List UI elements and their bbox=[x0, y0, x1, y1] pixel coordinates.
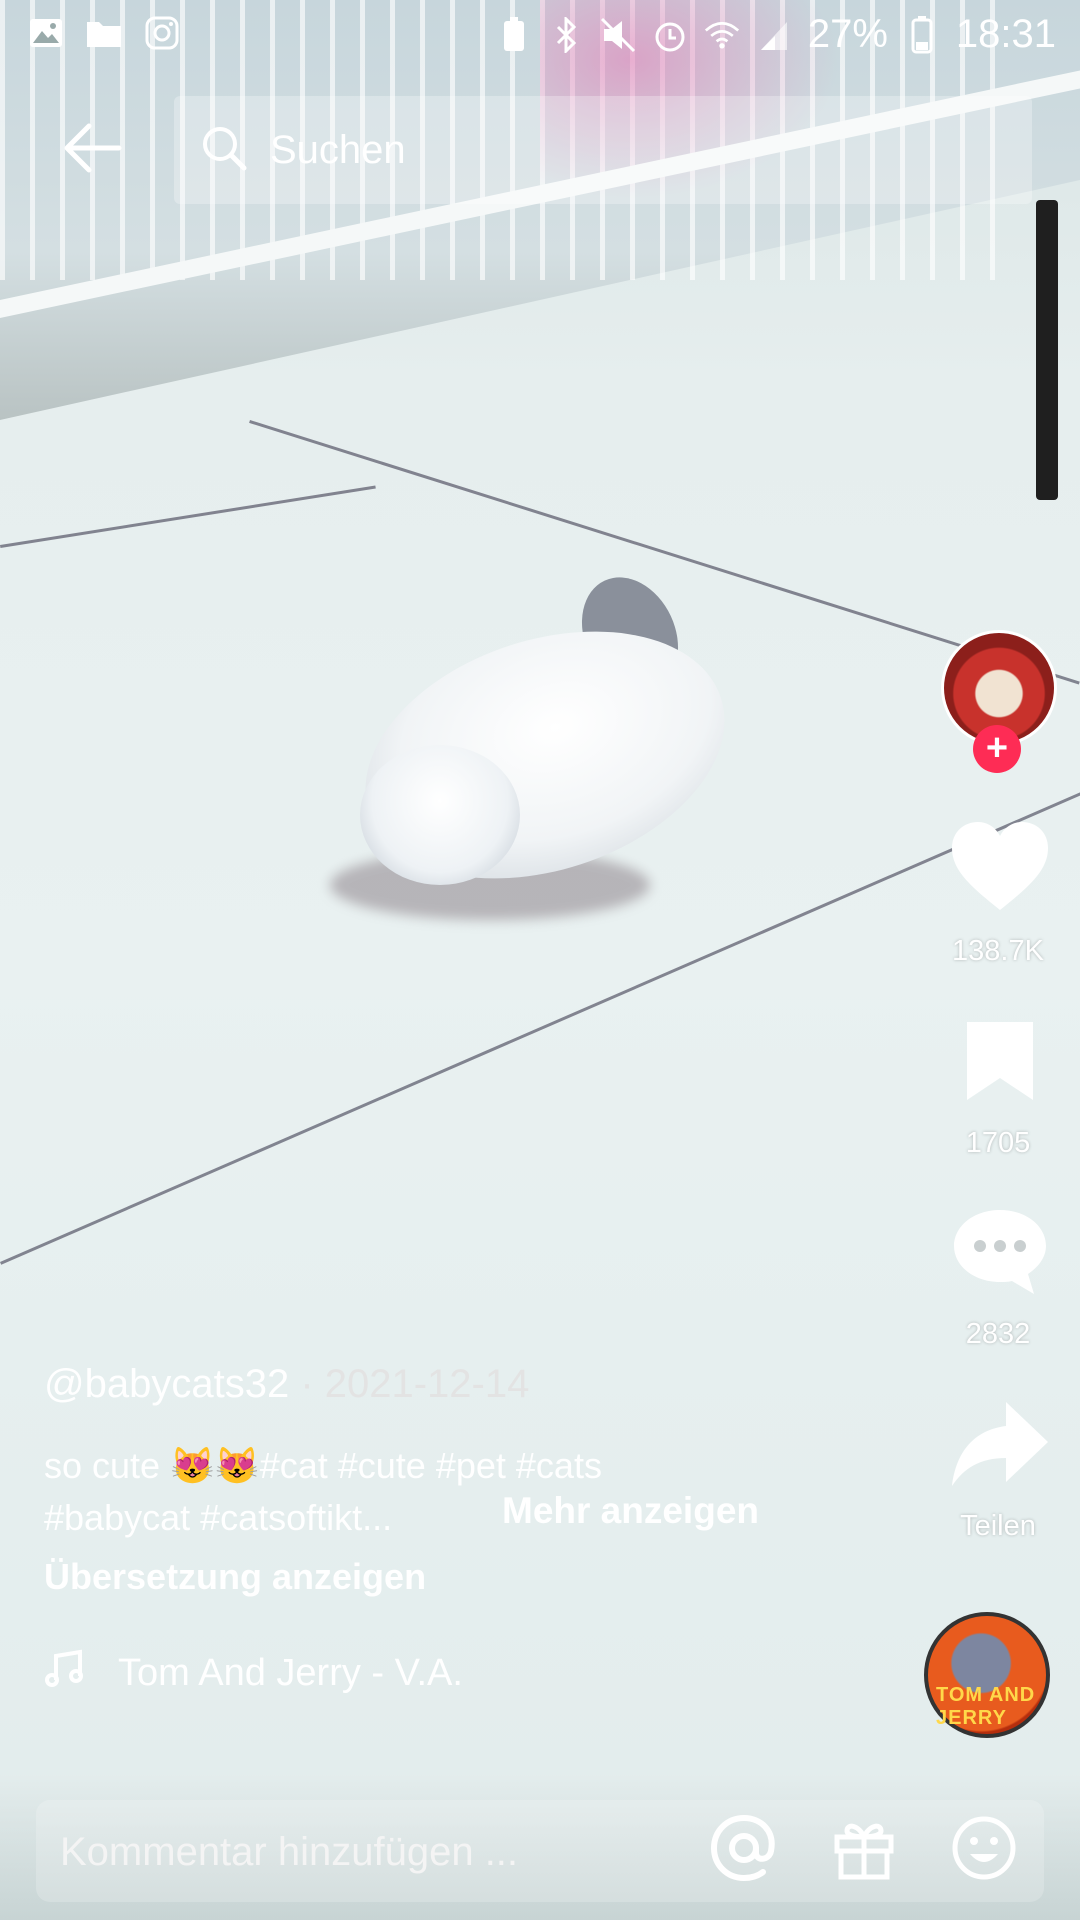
smiley-icon bbox=[950, 1814, 1018, 1887]
description-line-1: so cute 😻😻#cat #cute #pet #cats bbox=[44, 1445, 602, 1486]
instagram-icon bbox=[144, 16, 180, 50]
comment-button[interactable] bbox=[945, 1206, 1055, 1301]
share-arrow-icon bbox=[950, 1398, 1050, 1495]
post-date: 2021-12-14 bbox=[324, 1362, 530, 1406]
arrow-left-icon bbox=[63, 122, 123, 179]
comment-placeholder: Kommentar hinzufügen ... bbox=[60, 1830, 519, 1874]
wifi-icon bbox=[704, 18, 740, 52]
comment-count: 2832 bbox=[965, 1318, 1031, 1350]
emoji-button[interactable] bbox=[946, 1812, 1022, 1888]
sound-title: Tom And Jerry - V.A. bbox=[118, 1651, 463, 1694]
gift-button[interactable] bbox=[826, 1812, 902, 1888]
folder-icon bbox=[86, 16, 122, 50]
share-label: Teilen bbox=[960, 1510, 1036, 1542]
back-button[interactable] bbox=[56, 118, 130, 182]
translate-link[interactable]: Übersetzung anzeigen bbox=[44, 1556, 426, 1598]
search-bar[interactable]: Suchen bbox=[174, 96, 1032, 204]
comment-bubble-icon bbox=[952, 1206, 1048, 1301]
furniture-leg bbox=[1036, 200, 1058, 500]
post-meta: @babycats32 · 2021-12-14 bbox=[44, 1362, 529, 1407]
username[interactable]: @babycats32 bbox=[44, 1362, 289, 1406]
music-disc-logo: TOM AND JERRY bbox=[936, 1684, 1036, 1729]
bluetooth-icon bbox=[548, 16, 584, 53]
gallery-icon bbox=[28, 16, 64, 50]
search-placeholder: Suchen bbox=[270, 127, 406, 172]
separator: · bbox=[289, 1362, 325, 1406]
battery-saver-icon bbox=[496, 16, 532, 52]
follow-button[interactable]: + bbox=[973, 725, 1021, 773]
battery-icon bbox=[904, 15, 940, 53]
bookmark-icon bbox=[963, 1018, 1037, 1109]
save-count: 1705 bbox=[965, 1127, 1031, 1159]
music-note-icon bbox=[44, 1648, 84, 1698]
gift-icon bbox=[831, 1815, 897, 1886]
alarm-icon bbox=[652, 18, 688, 52]
mention-button[interactable] bbox=[706, 1812, 782, 1888]
mute-icon bbox=[600, 17, 636, 52]
save-button[interactable] bbox=[945, 1018, 1055, 1109]
battery-percent: 27% bbox=[807, 12, 888, 56]
kitten-head bbox=[360, 745, 520, 885]
at-sign-icon bbox=[709, 1813, 779, 1888]
floor-tile-line bbox=[0, 485, 376, 548]
music-disc[interactable]: TOM AND JERRY bbox=[924, 1612, 1050, 1738]
search-icon bbox=[200, 124, 248, 177]
like-button[interactable] bbox=[945, 820, 1055, 917]
signal-icon bbox=[756, 18, 792, 52]
video-player[interactable] bbox=[0, 0, 1080, 1920]
share-button[interactable] bbox=[945, 1398, 1055, 1495]
clock: 18:31 bbox=[955, 12, 1056, 56]
show-more-link[interactable]: Mehr anzeigen bbox=[502, 1490, 759, 1532]
like-count: 138.7K bbox=[952, 935, 1044, 967]
status-bar: 27% 18:31 bbox=[0, 0, 1080, 74]
sound-link[interactable]: Tom And Jerry - V.A. bbox=[44, 1648, 463, 1698]
heart-icon bbox=[950, 820, 1050, 917]
